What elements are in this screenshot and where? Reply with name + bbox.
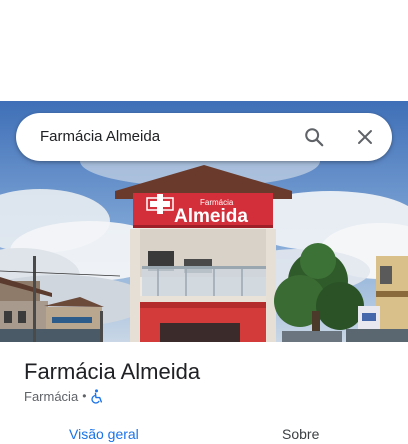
sign-large-text: Almeida [174, 206, 248, 227]
search-bar[interactable]: Farmácia Almeida [16, 113, 392, 161]
search-icon[interactable] [298, 121, 330, 153]
wheelchair-icon [90, 388, 104, 404]
place-category: Farmácia [24, 388, 79, 404]
place-title: Farmácia Almeida [24, 359, 201, 384]
tab-overview[interactable]: Visão geral [69, 426, 139, 442]
close-icon[interactable] [349, 121, 381, 153]
place-meta: Farmácia • [24, 387, 104, 405]
meta-separator: • [82, 389, 87, 403]
search-input[interactable]: Farmácia Almeida [40, 113, 160, 161]
tab-about[interactable]: Sobre [282, 426, 319, 442]
place-info-card: Farmácia Almeida Farmácia • Visão geral … [0, 342, 408, 444]
